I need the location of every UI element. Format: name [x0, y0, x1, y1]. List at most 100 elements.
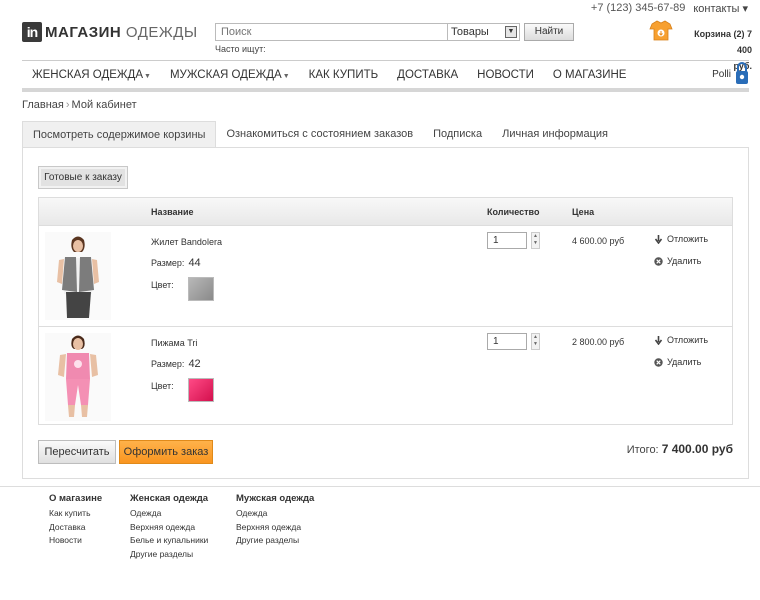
delete-icon	[654, 357, 663, 367]
chevron-down-icon: ▼	[505, 26, 517, 38]
size-value: 42	[188, 358, 201, 370]
search-input[interactable]	[215, 23, 447, 41]
site-footer: О магазине Как купить Доставка Новости Ж…	[0, 486, 760, 600]
footer-link[interactable]: Белье и купальники	[130, 534, 208, 548]
column-price: Цена	[572, 207, 595, 217]
delete-label: Удалить	[667, 256, 702, 266]
search-category-value: Товары	[451, 26, 489, 38]
product-name[interactable]: Пижама Tri	[151, 338, 197, 348]
caret-down-icon: ▼	[282, 72, 290, 80]
site-logo[interactable]: in МАГАЗИН ОДЕЖДЫ	[22, 22, 198, 42]
ready-to-order-button[interactable]: Готовые к заказу	[38, 166, 128, 189]
breadcrumb-home[interactable]: Главная	[22, 99, 64, 111]
checkout-button[interactable]: Оформить заказ	[119, 440, 213, 464]
footer-column-title: Мужская одежда	[236, 493, 315, 504]
footer-link[interactable]: Одежда	[236, 507, 314, 521]
defer-button[interactable]: Отложить	[654, 234, 708, 244]
product-color-label: Цвет:	[151, 280, 174, 290]
header-cart-line1: Корзина (2) 7 400	[694, 29, 752, 55]
footer-column-title: О магазине	[49, 493, 103, 504]
footer-column-men: Мужская одежда Одежда Верхняя одежда Дру…	[236, 493, 314, 548]
phone-number: +7 (123) 345-67-89	[590, 2, 686, 14]
footer-column-about: О магазине Как купить Доставка Новости	[49, 493, 102, 548]
quantity-stepper[interactable]: ▲ ▼	[531, 333, 540, 350]
quantity-input[interactable]: 1	[487, 232, 527, 249]
breadcrumb: Главная › Мой кабинет	[22, 99, 137, 111]
quantity-stepper[interactable]: ▲ ▼	[531, 232, 540, 249]
logo-text-bold: МАГАЗИН	[45, 23, 122, 41]
column-qty: Количество	[487, 207, 540, 217]
account-tabs: Посмотреть содержимое корзины Ознакомить…	[22, 121, 618, 148]
footer-link[interactable]: Верхняя одежда	[236, 521, 314, 535]
total-label: Итого:	[626, 444, 659, 456]
table-row: Жилет Bandolera Размер: 44 Цвет: 1 ▲ ▼ 4 6…	[39, 226, 732, 326]
delete-label: Удалить	[667, 357, 702, 367]
quantity-input[interactable]: 1	[487, 333, 527, 350]
logo-text-light: ОДЕЖДЫ	[125, 23, 198, 41]
tab-orders[interactable]: Ознакомиться с состоянием заказов	[216, 121, 423, 148]
search-button[interactable]: Найти	[524, 23, 574, 41]
logo-badge: in	[22, 22, 42, 42]
breadcrumb-separator: ›	[65, 99, 70, 111]
color-swatch	[188, 378, 214, 402]
size-label: Размер:	[151, 258, 185, 268]
caret-down-icon: ▼	[144, 72, 151, 80]
delete-button[interactable]: Удалить	[654, 357, 701, 367]
tab-personal-info[interactable]: Личная информация	[492, 121, 618, 148]
product-size: Размер: 44	[151, 257, 201, 269]
nav-item-label: МУЖСКАЯ ОДЕЖДА	[169, 68, 282, 81]
footer-link[interactable]: Другие разделы	[236, 534, 314, 548]
footer-link[interactable]: Доставка	[49, 521, 102, 535]
product-size: Размер: 42	[151, 358, 201, 370]
nav-item-how-to-buy[interactable]: КАК КУПИТЬ	[309, 69, 379, 81]
product-price: 2 800.00 руб	[572, 337, 625, 347]
search-hint: Часто ищут:	[215, 44, 266, 54]
contacts-link[interactable]: контакты ▾	[693, 2, 748, 15]
nav-item-about[interactable]: О МАГАЗИНЕ	[553, 69, 627, 81]
pajama-model-image	[45, 333, 111, 421]
product-color-label: Цвет:	[151, 381, 174, 391]
defer-label: Отложить	[667, 234, 709, 244]
breadcrumb-current: Мой кабинет	[71, 99, 137, 111]
footer-link[interactable]: Новости	[49, 534, 102, 548]
delete-icon	[654, 256, 663, 266]
arrow-down-icon	[654, 335, 663, 345]
total-value: 7 400.00 руб	[661, 442, 733, 456]
footer-link[interactable]: Верхняя одежда	[130, 521, 208, 535]
color-swatch	[188, 277, 214, 301]
top-strip: +7 (123) 345-67-89 контакты ▾	[591, 2, 748, 15]
product-image[interactable]	[45, 232, 111, 320]
search-category-select[interactable]: Товары ▼	[447, 23, 520, 41]
tab-cart[interactable]: Посмотреть содержимое корзины	[22, 121, 217, 148]
footer-link[interactable]: Другие разделы	[130, 548, 208, 562]
logo-text: МАГАЗИН ОДЕЖДЫ	[45, 24, 198, 41]
user-name[interactable]: Polli	[712, 69, 731, 80]
tab-subscription[interactable]: Подписка	[423, 121, 492, 148]
size-value: 44	[188, 257, 201, 269]
vest-model-image	[45, 232, 111, 320]
product-name[interactable]: Жилет Bandolera	[151, 237, 222, 247]
product-image[interactable]	[45, 333, 111, 421]
main-nav: ЖЕНСКАЯ ОДЕЖДА▼ МУЖСКАЯ ОДЕЖДА▼ КАК КУПИ…	[22, 60, 749, 92]
nav-item-men[interactable]: МУЖСКАЯ ОДЕЖДА▼	[170, 69, 290, 81]
cart-table-header: Название Количество Цена	[39, 198, 732, 226]
footer-link[interactable]: Одежда	[130, 507, 208, 521]
size-label: Размер:	[151, 359, 185, 369]
recalculate-button[interactable]: Пересчитать	[38, 440, 116, 464]
footer-link[interactable]: Как купить	[49, 507, 102, 521]
footer-column-women: Женская одежда Одежда Верхняя одежда Бел…	[130, 493, 208, 561]
defer-label: Отложить	[667, 335, 709, 345]
footer-column-title: Женская одежда	[130, 493, 209, 504]
nav-item-delivery[interactable]: ДОСТАВКА	[397, 69, 458, 81]
table-row: Пижама Tri Размер: 42 Цвет: 1 ▲ ▼ 2 800.00…	[39, 326, 732, 426]
cart-icon	[649, 20, 673, 41]
defer-button[interactable]: Отложить	[654, 335, 708, 345]
delete-button[interactable]: Удалить	[654, 256, 701, 266]
nav-item-women[interactable]: ЖЕНСКАЯ ОДЕЖДА▼	[32, 69, 151, 81]
nav-item-news[interactable]: НОВОСТИ	[477, 69, 534, 81]
lock-icon[interactable]	[735, 61, 749, 87]
cart-table: Название Количество Цена Жилет Bandolera…	[38, 197, 733, 425]
order-total: Итого: 7 400.00 руб	[627, 442, 733, 456]
product-price: 4 600.00 руб	[572, 236, 625, 246]
arrow-down-icon	[654, 234, 663, 244]
